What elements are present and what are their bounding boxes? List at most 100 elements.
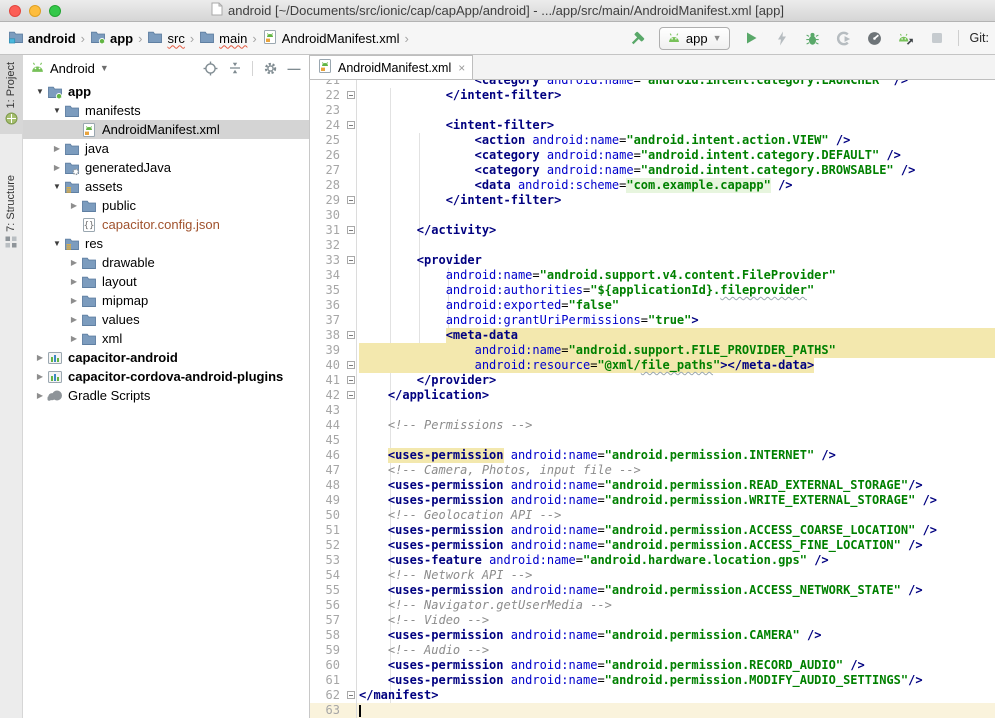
tree-item-drawable[interactable]: ▶drawable (23, 253, 309, 272)
tree-item-capacitor-config-json[interactable]: {}capacitor.config.json (23, 215, 309, 234)
collapsed-arrow-icon[interactable]: ▶ (33, 353, 47, 362)
tree-item-androidmanifest-xml[interactable]: AndroidManifest.xml (23, 120, 309, 139)
line-number[interactable]: 23 (310, 103, 346, 118)
code-line-49[interactable]: 49 <uses-permission android:name="androi… (310, 493, 995, 508)
tree-item-mipmap[interactable]: ▶mipmap (23, 291, 309, 310)
code-line-23[interactable]: 23 (310, 103, 995, 118)
build-hammer-icon[interactable] (628, 28, 648, 48)
line-number[interactable]: 46 (310, 448, 346, 463)
fold-gutter[interactable] (346, 688, 357, 703)
code-line-36[interactable]: 36 android:exported="false" (310, 298, 995, 313)
code-line-30[interactable]: 30 (310, 208, 995, 223)
collapsed-arrow-icon[interactable]: ▶ (67, 258, 81, 267)
code-line-31[interactable]: 31 </activity> (310, 223, 995, 238)
code-line-39[interactable]: 39 android:name="android.support.FILE_PR… (310, 343, 995, 358)
code-line-48[interactable]: 48 <uses-permission android:name="androi… (310, 478, 995, 493)
line-number[interactable]: 32 (310, 238, 346, 253)
code-line-34[interactable]: 34 android:name="android.support.v4.cont… (310, 268, 995, 283)
fold-collapse-icon[interactable] (347, 691, 355, 699)
code-line-41[interactable]: 41 </provider> (310, 373, 995, 388)
collapsed-arrow-icon[interactable]: ▶ (33, 372, 47, 381)
fold-gutter[interactable] (346, 388, 357, 403)
line-number[interactable]: 63 (310, 703, 346, 718)
line-number[interactable]: 39 (310, 343, 346, 358)
collapsed-arrow-icon[interactable]: ▶ (67, 334, 81, 343)
fold-collapse-icon[interactable] (347, 226, 355, 234)
fold-collapse-icon[interactable] (347, 196, 355, 204)
line-number[interactable]: 49 (310, 493, 346, 508)
profiler-gauge-icon[interactable] (865, 28, 885, 48)
line-number[interactable]: 52 (310, 538, 346, 553)
collapse-all-icon[interactable] (227, 60, 243, 76)
line-number[interactable]: 28 (310, 178, 346, 193)
attach-debugger-icon[interactable] (834, 28, 854, 48)
line-number[interactable]: 34 (310, 268, 346, 283)
breadcrumb-item-main[interactable]: main (199, 29, 247, 48)
expanded-arrow-icon[interactable]: ▼ (50, 182, 64, 191)
line-number[interactable]: 25 (310, 133, 346, 148)
line-number[interactable]: 47 (310, 463, 346, 478)
code-line-58[interactable]: 58 <uses-permission android:name="androi… (310, 628, 995, 643)
line-number[interactable]: 54 (310, 568, 346, 583)
fold-collapse-icon[interactable] (347, 91, 355, 99)
collapsed-arrow-icon[interactable]: ▶ (67, 315, 81, 324)
code-line-53[interactable]: 53 <uses-feature android:name="android.h… (310, 553, 995, 568)
fold-collapse-icon[interactable] (347, 256, 355, 264)
line-number[interactable]: 50 (310, 508, 346, 523)
line-number[interactable]: 36 (310, 298, 346, 313)
tool-window-tab-project[interactable]: 1: Project (0, 55, 23, 134)
code-line-50[interactable]: 50 <!-- Geolocation API --> (310, 508, 995, 523)
tree-item-capacitor-cordova-android-plugins[interactable]: ▶capacitor-cordova-android-plugins (23, 367, 309, 386)
code-line-56[interactable]: 56 <!-- Navigator.getUserMedia --> (310, 598, 995, 613)
breadcrumb-item-android[interactable]: android (8, 29, 76, 48)
code-line-25[interactable]: 25 <action android:name="android.intent.… (310, 133, 995, 148)
close-window-button[interactable] (9, 5, 21, 17)
code-line-51[interactable]: 51 <uses-permission android:name="androi… (310, 523, 995, 538)
code-line-29[interactable]: 29 </intent-filter> (310, 193, 995, 208)
line-number[interactable]: 33 (310, 253, 346, 268)
fold-gutter[interactable] (346, 358, 357, 373)
code-line-42[interactable]: 42 </application> (310, 388, 995, 403)
tree-item-xml[interactable]: ▶xml (23, 329, 309, 348)
line-number[interactable]: 58 (310, 628, 346, 643)
code-line-62[interactable]: 62</manifest> (310, 688, 995, 703)
line-number[interactable]: 38 (310, 328, 346, 343)
line-number[interactable]: 48 (310, 478, 346, 493)
apply-changes-lightning-icon[interactable] (772, 28, 792, 48)
code-line-44[interactable]: 44 <!-- Permissions --> (310, 418, 995, 433)
project-view-selector[interactable]: Android ▼ (30, 61, 109, 76)
fold-gutter[interactable] (346, 253, 357, 268)
run-configuration-select[interactable]: app ▼ (659, 27, 730, 50)
expanded-arrow-icon[interactable]: ▼ (50, 106, 64, 115)
line-number[interactable]: 26 (310, 148, 346, 163)
code-line-27[interactable]: 27 <category android:name="android.inten… (310, 163, 995, 178)
collapsed-arrow-icon[interactable]: ▶ (67, 201, 81, 210)
line-number[interactable]: 45 (310, 433, 346, 448)
collapsed-arrow-icon[interactable]: ▶ (67, 296, 81, 305)
line-number[interactable]: 42 (310, 388, 346, 403)
code-line-38[interactable]: 38 <meta-data (310, 328, 995, 343)
code-line-46[interactable]: 46 <uses-permission android:name="androi… (310, 448, 995, 463)
code-line-21[interactable]: 21 <category android:name="android.inten… (310, 80, 995, 88)
code-line-26[interactable]: 26 <category android:name="android.inten… (310, 148, 995, 163)
fold-gutter[interactable] (346, 118, 357, 133)
code-line-32[interactable]: 32 (310, 238, 995, 253)
fold-collapse-icon[interactable] (347, 331, 355, 339)
settings-gear-icon[interactable] (262, 60, 278, 76)
fold-gutter[interactable] (346, 223, 357, 238)
minimize-window-button[interactable] (29, 5, 41, 17)
code-line-55[interactable]: 55 <uses-permission android:name="androi… (310, 583, 995, 598)
tree-item-java[interactable]: ▶java (23, 139, 309, 158)
line-number[interactable]: 22 (310, 88, 346, 103)
code-line-54[interactable]: 54 <!-- Network API --> (310, 568, 995, 583)
hide-panel-icon[interactable]: — (287, 60, 301, 76)
tree-item-public[interactable]: ▶public (23, 196, 309, 215)
line-number[interactable]: 53 (310, 553, 346, 568)
code-line-33[interactable]: 33 <provider (310, 253, 995, 268)
tree-item-manifests[interactable]: ▼manifests (23, 101, 309, 120)
fold-collapse-icon[interactable] (347, 361, 355, 369)
line-number[interactable]: 41 (310, 373, 346, 388)
tree-item-values[interactable]: ▶values (23, 310, 309, 329)
fold-gutter[interactable] (346, 328, 357, 343)
debug-bug-icon[interactable] (803, 28, 823, 48)
